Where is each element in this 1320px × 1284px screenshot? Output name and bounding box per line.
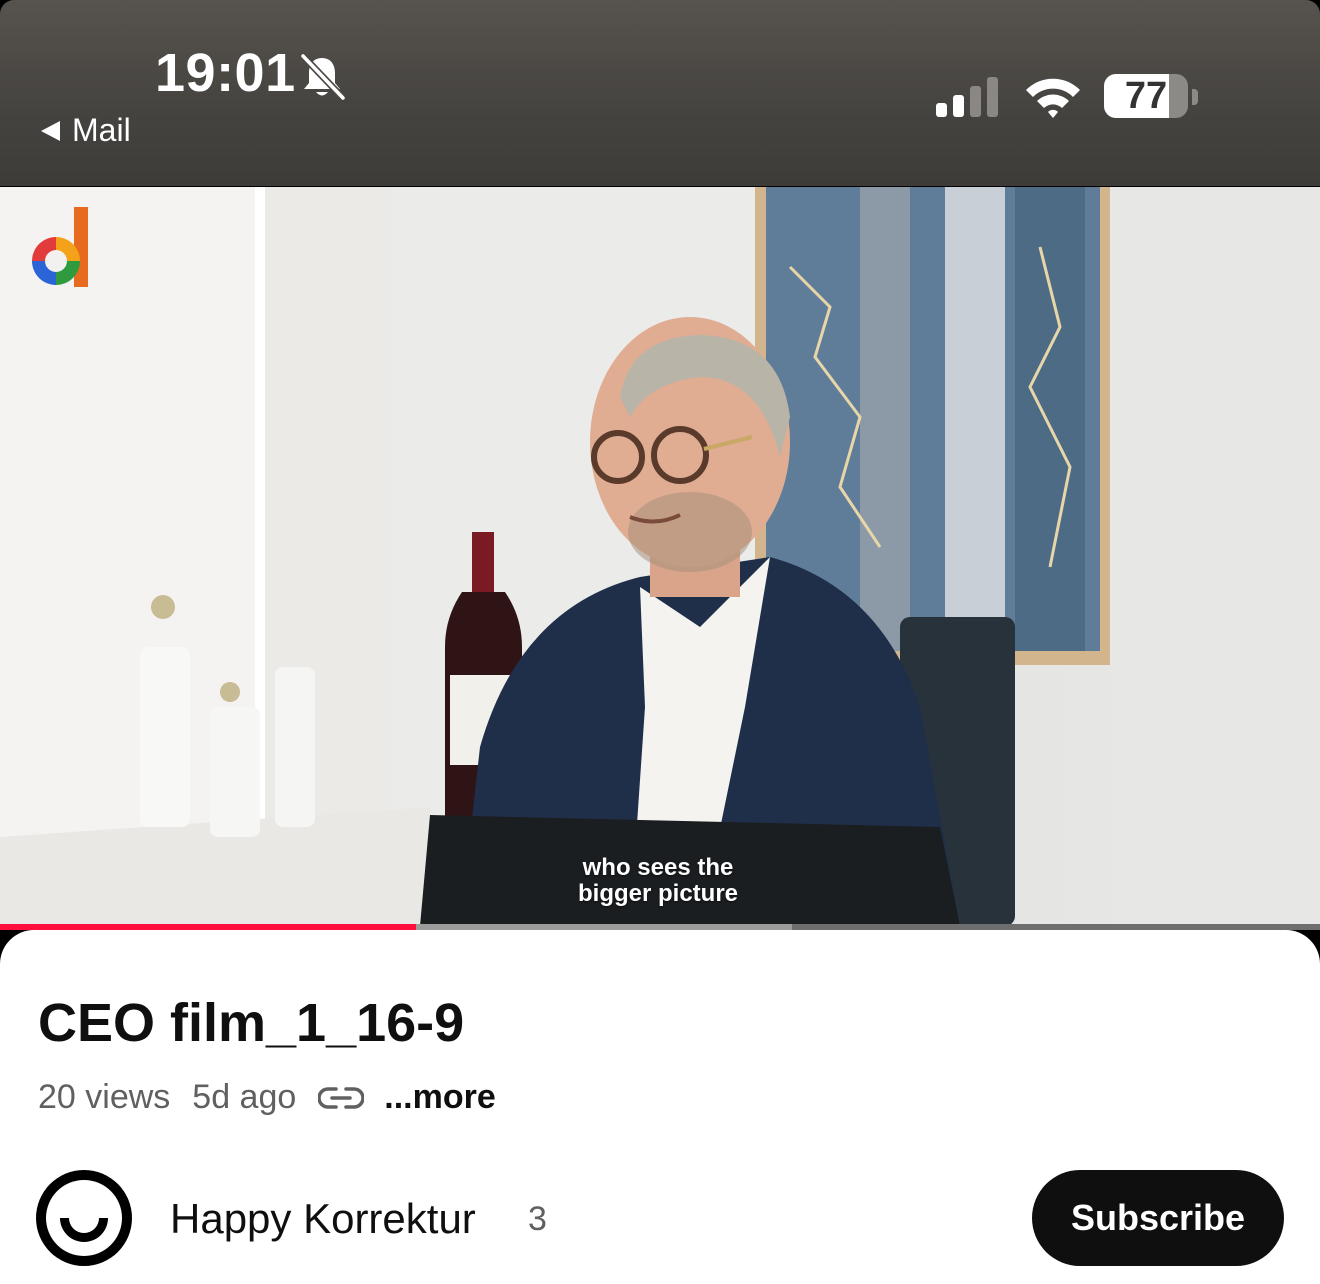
link-icon[interactable] — [318, 1083, 365, 1113]
more-link[interactable]: ...more — [384, 1078, 495, 1117]
battery-percent: 77 — [1124, 75, 1168, 117]
video-details-panel: CEO film_1_16-9 20 views 5d ago ...more … — [0, 930, 1320, 1284]
back-label: Mail — [72, 112, 131, 148]
upload-age: 5d ago — [192, 1078, 297, 1116]
subscriber-count: 3 — [528, 1200, 547, 1238]
back-triangle-icon — [41, 120, 60, 141]
caption-line-1: who sees the — [582, 854, 734, 881]
channel-name[interactable]: Happy Korrektur — [170, 1195, 476, 1243]
battery-icon: 77 — [1104, 74, 1200, 120]
channel-avatar[interactable] — [36, 1170, 132, 1266]
signal-icon — [936, 77, 998, 117]
view-count: 20 views — [38, 1078, 171, 1116]
wifi-icon — [1026, 78, 1080, 118]
video-frame — [0, 187, 1320, 926]
video-caption: who sees the bigger picture — [500, 855, 816, 907]
video-player[interactable]: who sees the bigger picture — [0, 187, 1320, 926]
status-time: 19:01 — [155, 43, 296, 103]
status-bar: 19:01 Mail 77 — [0, 0, 1320, 186]
dailymotion-logo-icon — [32, 207, 88, 287]
video-title: CEO film_1_16-9 — [38, 993, 465, 1053]
subscribe-button[interactable]: Subscribe — [1032, 1170, 1284, 1266]
video-meta: 20 views 5d ago ...more — [38, 1078, 496, 1117]
bell-slash-icon — [300, 53, 346, 101]
back-to-mail-link[interactable]: Mail — [38, 112, 131, 149]
caption-line-2: bigger picture — [577, 880, 739, 907]
